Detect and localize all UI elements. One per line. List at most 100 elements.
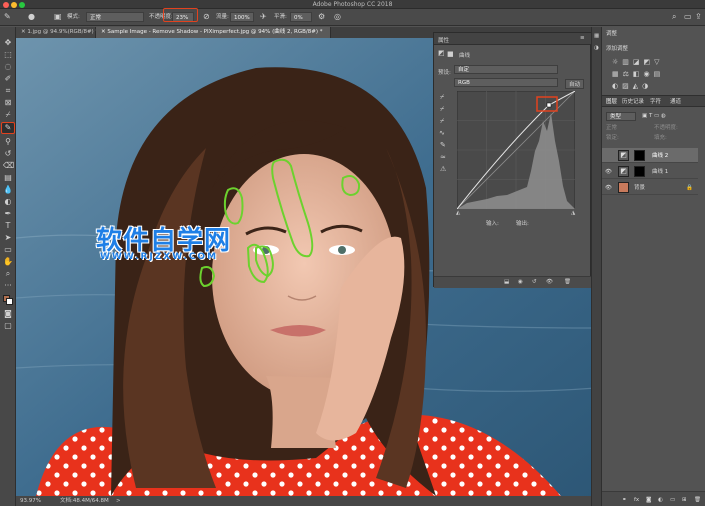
tab-character[interactable]: 字符 bbox=[650, 97, 661, 107]
visibility-eye-icon[interactable]: 👁 bbox=[605, 167, 612, 177]
smooth-input[interactable]: 0% bbox=[290, 12, 312, 22]
gradient-tool-icon[interactable]: ▤ bbox=[3, 173, 13, 183]
black-point-slider[interactable]: ◭ bbox=[456, 210, 460, 216]
path-select-tool-icon[interactable]: ➤ bbox=[3, 233, 13, 243]
tab-channels[interactable]: 通道 bbox=[670, 97, 681, 107]
brush-size-picker-icon[interactable]: ● bbox=[28, 12, 35, 22]
layer-name: 背景 bbox=[634, 185, 646, 191]
channel-select[interactable]: RGB bbox=[454, 78, 558, 87]
color-panel-icon[interactable]: ◑ bbox=[594, 45, 599, 51]
new-layer-icon[interactable]: ⊞ bbox=[682, 495, 687, 505]
watermark-url: WWW.RJZXW.COM bbox=[100, 252, 219, 262]
filter-icons[interactable]: ▣ T ▭ ◍ bbox=[642, 111, 666, 121]
collapsed-panels-strip: ▦ ◑ bbox=[591, 27, 601, 506]
tab-adjustments[interactable]: 调整 bbox=[606, 29, 617, 39]
blend-mode-select[interactable]: 正常 bbox=[606, 123, 617, 133]
view-previous-icon[interactable]: ◉ bbox=[518, 279, 523, 285]
preset-select[interactable]: 自定 bbox=[454, 65, 558, 74]
layer-kind-filter[interactable]: 类型 bbox=[606, 112, 636, 121]
zoom-tool-icon[interactable]: ⌕ bbox=[3, 269, 13, 279]
quick-mask-icon[interactable]: ◙ bbox=[3, 309, 13, 319]
more-tools-icon[interactable]: ··· bbox=[3, 281, 13, 291]
preset-label: 预设: bbox=[438, 70, 451, 76]
flow-input[interactable]: 100% bbox=[230, 12, 254, 22]
airbrush-icon[interactable]: ✈ bbox=[260, 12, 267, 22]
layer-row-curves-1[interactable]: 👁 ◩ 曲线 1 bbox=[602, 164, 698, 179]
curves-layer-icon: ◩ bbox=[618, 166, 629, 177]
clip-to-layer-icon[interactable]: ⬓ bbox=[504, 279, 509, 285]
history-brush-icon[interactable]: ↺ bbox=[3, 149, 13, 159]
tools-panel: ✥ ⬚ ◌ ✐ ⌗ ⊠ ⌿ ✎ ⚲ ↺ ⌫ ▤ 💧 ◐ ✒ T ➤ ▭ ✋ ⌕ … bbox=[0, 27, 16, 506]
lasso-tool-icon[interactable]: ◌ bbox=[3, 62, 13, 72]
new-adjustment-icon[interactable]: ◐ bbox=[658, 495, 663, 505]
zoom-level[interactable]: 93.97% bbox=[20, 496, 41, 506]
panel-menu-icon[interactable]: ≡ bbox=[580, 35, 585, 41]
layer-row-background[interactable]: 👁 背景 🔒 bbox=[602, 180, 698, 195]
right-panels: 调整 添加调整 ☼▥◪◩▽ ▦⚖◧◉▤ ◐▨◭◑ 图层 历史记录 字符 通道 类型 … bbox=[601, 27, 705, 506]
doc-size: 文档:48.4M/64.8M bbox=[60, 498, 109, 504]
tab-document-2[interactable]: ✕ Sample Image - Remove Shadow - PIXimpe… bbox=[96, 27, 331, 38]
auto-button[interactable]: 自动 bbox=[565, 79, 585, 89]
reset-icon[interactable]: ↺ bbox=[532, 279, 537, 285]
pressure-size-icon[interactable]: ◎ bbox=[334, 12, 341, 22]
link-layers-icon[interactable]: ⚭ bbox=[622, 495, 627, 505]
eyedropper-black-icon[interactable]: ⌿ bbox=[440, 93, 444, 102]
flow-label: 流量: bbox=[216, 14, 229, 20]
smoothing-options-gear-icon[interactable]: ⚙ bbox=[318, 12, 325, 22]
clone-stamp-tool-icon[interactable]: ⚲ bbox=[3, 137, 13, 147]
quick-select-tool-icon[interactable]: ✐ bbox=[3, 74, 13, 84]
eyedropper-tool-icon[interactable]: ⌿ bbox=[3, 110, 13, 120]
marquee-tool-icon[interactable]: ⬚ bbox=[3, 50, 13, 60]
frame-tool-icon[interactable]: ⊠ bbox=[3, 98, 13, 108]
pen-tool-icon[interactable]: ✒ bbox=[3, 209, 13, 219]
adjustment-icons-grid[interactable]: ☼▥◪◩▽ ▦⚖◧◉▤ ◐▨◭◑ bbox=[612, 56, 696, 96]
mask-icon[interactable]: ■ bbox=[447, 50, 454, 58]
layer-mask-thumbnail[interactable] bbox=[634, 166, 645, 177]
tab-history[interactable]: 历史记录 bbox=[622, 97, 644, 107]
crop-tool-icon[interactable]: ⌗ bbox=[3, 86, 13, 96]
clipping-warning-icon[interactable]: ⚠ bbox=[440, 165, 446, 173]
options-bar: ✎ ● ▣ 模式: 正常 不透明度: 23% ⊘ 流量: 100% ✈ 平滑: … bbox=[0, 9, 705, 26]
tab-document-1[interactable]: ✕ 1.jpg @ 94.9%(RGB/8#) * bbox=[16, 27, 98, 38]
layer-row-curves-2[interactable]: ◩ 曲线 2 bbox=[602, 148, 698, 163]
properties-panel: 属性 ≡ ◩ ■ 曲线 预设: 自定 RGB 自动 ⌿ ⌿ ⌿ ∿ ✎ ≈ ⚠ … bbox=[433, 32, 592, 288]
eraser-tool-icon[interactable]: ⌫ bbox=[3, 161, 14, 171]
white-point-slider[interactable]: ◮ bbox=[571, 210, 575, 216]
shape-tool-icon[interactable]: ▭ bbox=[3, 245, 13, 255]
pressure-opacity-icon[interactable]: ⊘ bbox=[203, 12, 210, 22]
visibility-eye-icon[interactable]: 👁 bbox=[546, 279, 553, 285]
brush-tool-preset-icon[interactable]: ✎ bbox=[4, 12, 11, 22]
share-icon[interactable]: ⇪ bbox=[695, 12, 702, 22]
smooth-curve-icon[interactable]: ≈ bbox=[440, 153, 446, 161]
hand-tool-icon[interactable]: ✋ bbox=[3, 257, 13, 267]
delete-layer-icon[interactable]: 🗑 bbox=[694, 495, 701, 505]
eyedropper-gray-icon[interactable]: ⌿ bbox=[440, 105, 444, 114]
workspace-icon[interactable]: ▭ bbox=[684, 12, 692, 22]
background-thumbnail bbox=[618, 182, 629, 193]
add-mask-icon[interactable]: ◙ bbox=[646, 495, 651, 505]
dodge-tool-icon[interactable]: ◐ bbox=[3, 197, 13, 207]
background-color-swatch[interactable] bbox=[6, 298, 13, 305]
tab-layers[interactable]: 图层 bbox=[606, 97, 617, 107]
brush-tool-icon[interactable]: ✎ bbox=[1, 122, 15, 134]
search-icon[interactable]: ⌕ bbox=[672, 12, 676, 22]
brush-panel-toggle-icon[interactable]: ▣ bbox=[54, 12, 62, 22]
move-tool-icon[interactable]: ✥ bbox=[3, 38, 13, 48]
layer-mask-thumbnail[interactable] bbox=[634, 150, 645, 161]
pencil-draw-icon[interactable]: ✎ bbox=[440, 141, 446, 149]
layers-footer: ⚭ fx ◙ ◐ ▭ ⊞ 🗑 bbox=[602, 491, 705, 506]
mode-select[interactable]: 正常 bbox=[86, 12, 144, 22]
new-group-icon[interactable]: ▭ bbox=[670, 495, 675, 505]
history-panel-icon[interactable]: ▦ bbox=[594, 33, 599, 39]
visibility-eye-icon[interactable]: 👁 bbox=[605, 183, 612, 193]
type-tool-icon[interactable]: T bbox=[3, 221, 13, 231]
fx-icon[interactable]: fx bbox=[634, 495, 639, 505]
eyedropper-white-icon[interactable]: ⌿ bbox=[440, 117, 444, 126]
layer-opacity-label: 不透明度: bbox=[654, 125, 678, 131]
blur-tool-icon[interactable]: 💧 bbox=[3, 185, 13, 195]
curves-graph[interactable] bbox=[457, 91, 575, 209]
delete-adjustment-icon[interactable]: 🗑 bbox=[564, 279, 571, 285]
screen-mode-icon[interactable]: ▢ bbox=[3, 321, 13, 331]
curve-edit-icon[interactable]: ∿ bbox=[439, 129, 445, 137]
status-arrow-icon[interactable]: > bbox=[116, 496, 121, 506]
